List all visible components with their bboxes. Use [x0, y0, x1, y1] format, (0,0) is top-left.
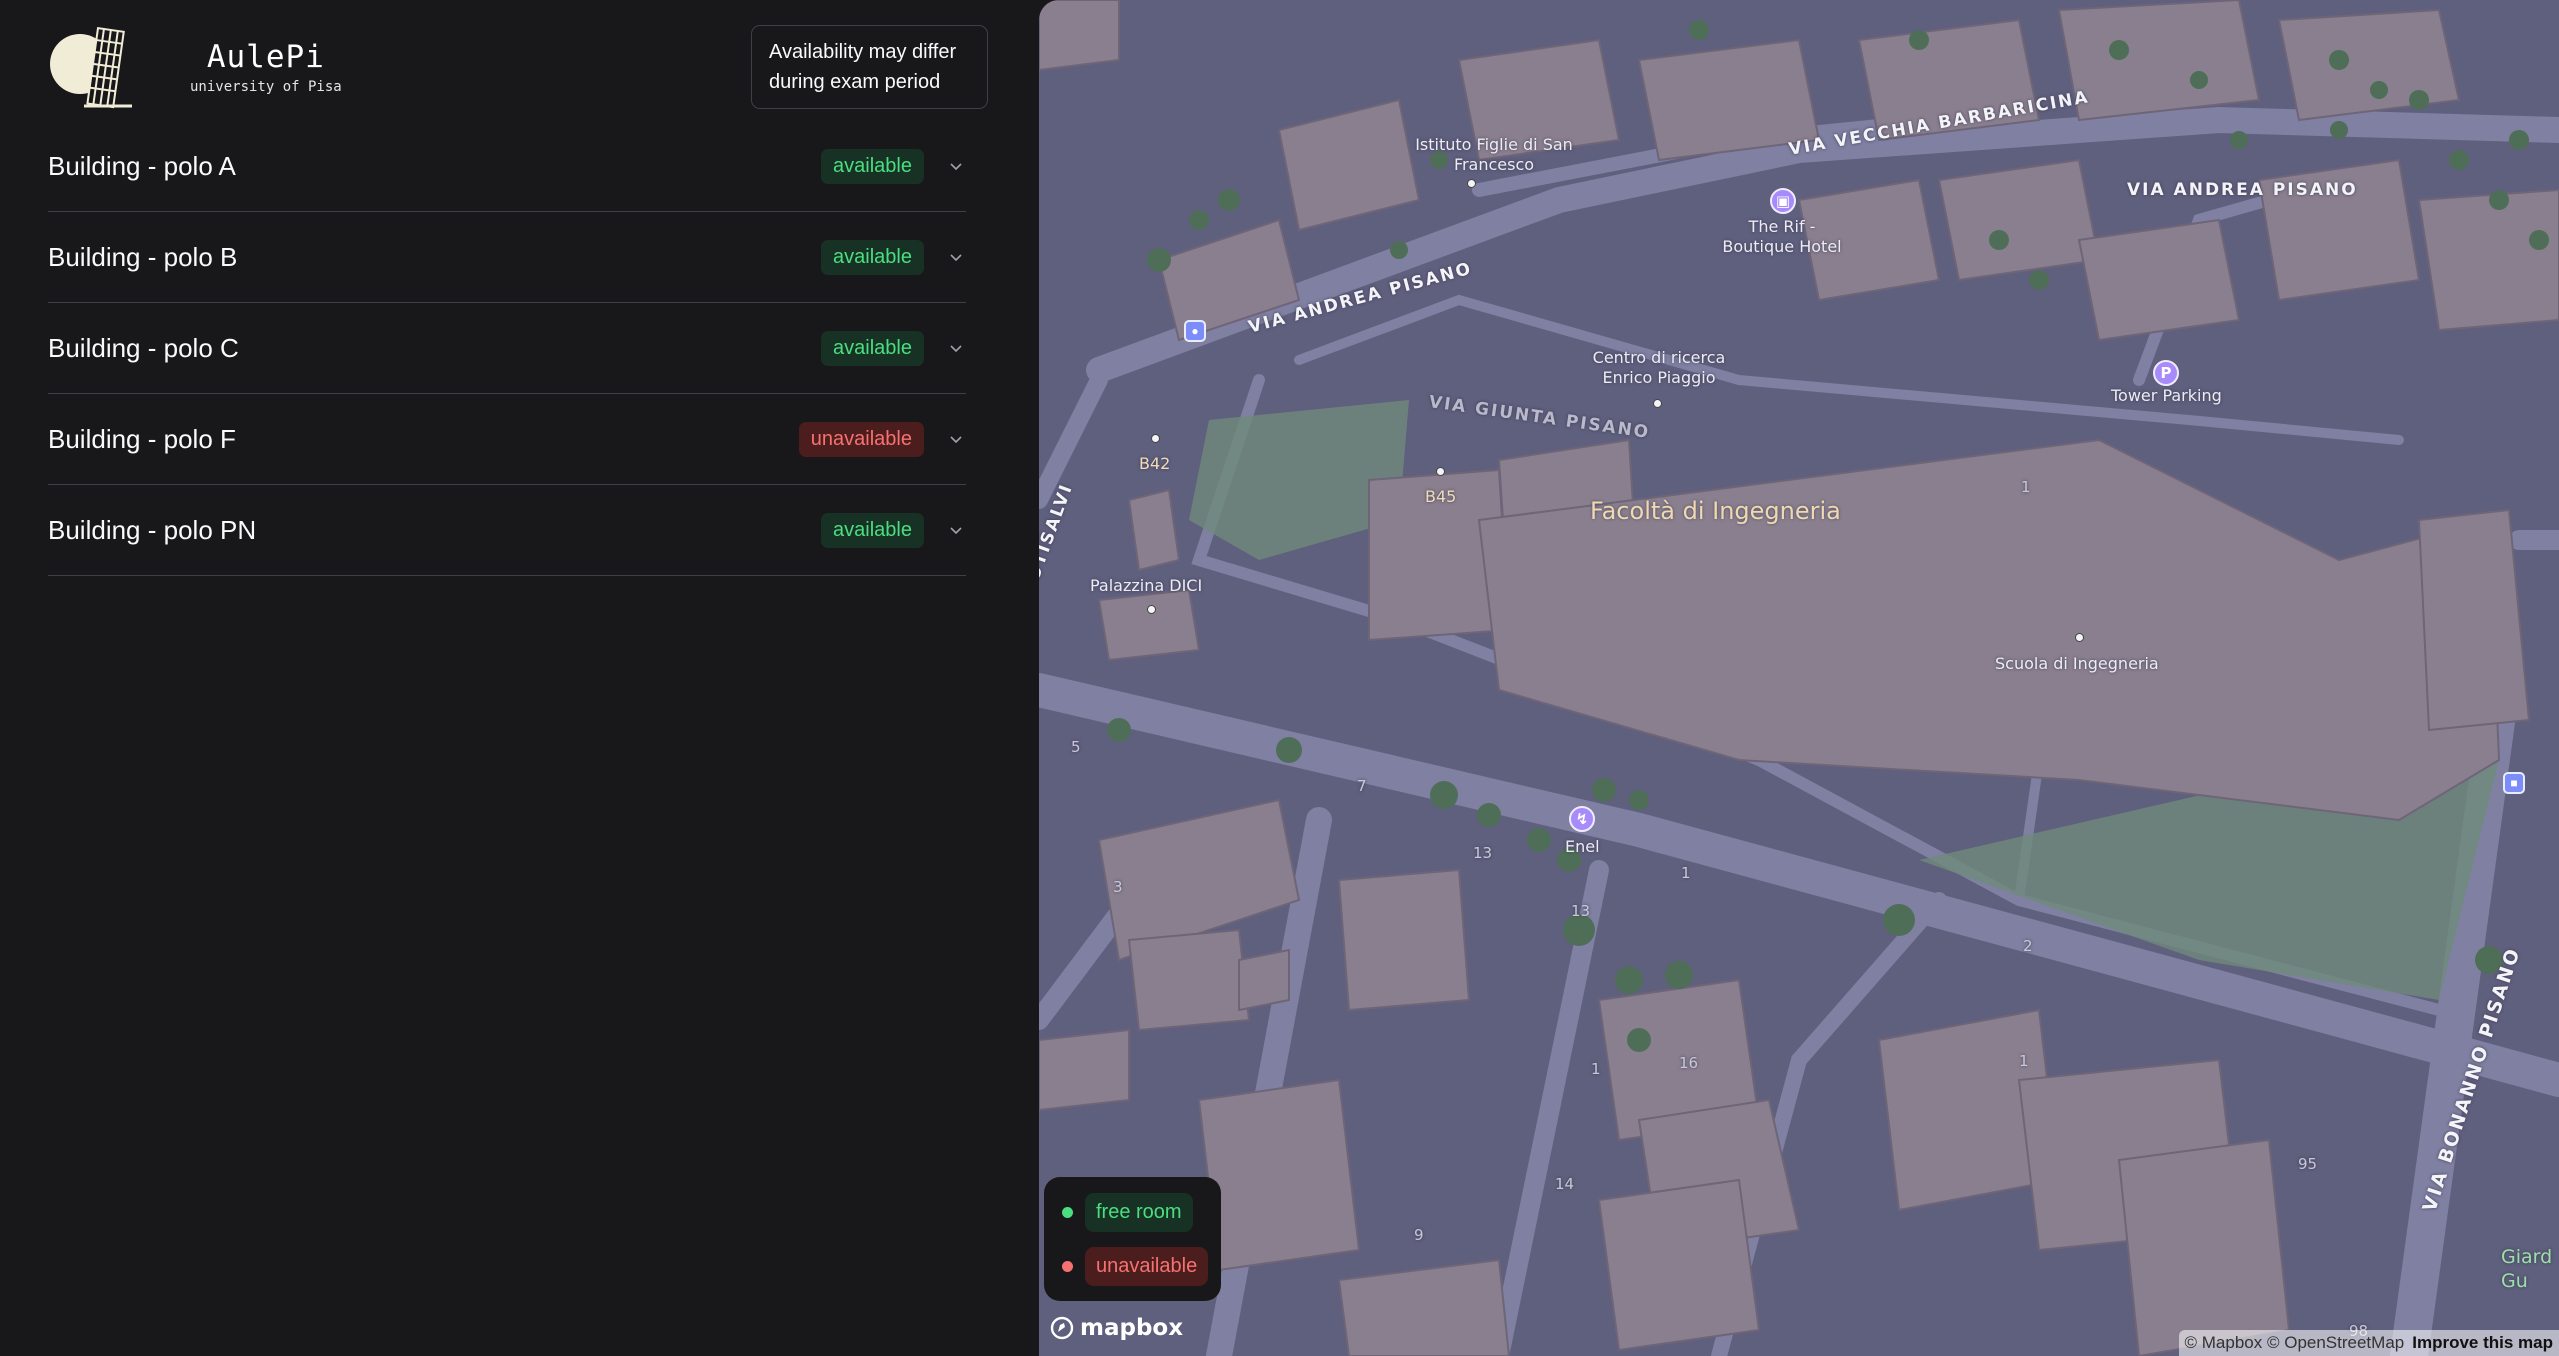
legend-label-free: free room [1085, 1192, 1193, 1232]
legend-dot-free [1062, 1206, 1073, 1218]
poi-tower-parking-label: Tower Parking [2111, 386, 2222, 405]
building-row-polo-a[interactable]: Building - polo A available [48, 121, 966, 212]
address-number: 1 [1591, 1060, 1601, 1078]
building-code-b45: B45 [1425, 487, 1457, 506]
building-name: Building - polo PN [48, 514, 257, 545]
building-code-b42: B42 [1139, 454, 1171, 473]
status-badge: unavailable [798, 421, 924, 457]
leaning-tower-icon [50, 27, 132, 109]
poi-giardino-label: Giard Gu [2501, 1246, 2553, 1292]
address-number: 1 [1681, 864, 1691, 882]
address-number: 13 [1571, 902, 1591, 920]
address-number: 1 [2021, 478, 2031, 496]
legend-label-unavailable: unavailable [1085, 1246, 1209, 1286]
address-number: 95 [2298, 1155, 2318, 1173]
street-via-andrea-pisano-right: VIA ANDREA PISANO [2127, 180, 2358, 200]
map-canvas[interactable]: VIA VECCHIA BARBARICINA VIA ANDREA PISAN… [1039, 0, 2559, 1356]
attribution-text[interactable]: © Mapbox © OpenStreetMap [2185, 1333, 2405, 1353]
address-number: 13 [1473, 844, 1493, 862]
bike-icon[interactable]: ● [1184, 320, 1206, 342]
poi-scuola-dot [2075, 633, 2084, 642]
sidebar: AulePi university of Pisa Availability m… [0, 0, 1039, 1356]
poi-scuola-label: Scuola di Ingegneria [1995, 654, 2159, 673]
poi-hotel-label: The Rif - Boutique Hotel [1722, 217, 1842, 256]
b45-dot [1436, 467, 1445, 476]
bus-stop-icon[interactable]: ■ [2503, 772, 2525, 794]
address-number: 16 [1679, 1054, 1699, 1072]
poi-palazzina-dot [1147, 605, 1156, 614]
address-number: 14 [1555, 1175, 1575, 1193]
parking-icon[interactable]: P [2153, 360, 2179, 386]
building-row-polo-c[interactable]: Building - polo C available [48, 303, 966, 394]
legend-item-unavailable: unavailable [1056, 1243, 1209, 1289]
status-badge: available [821, 148, 924, 184]
building-name: Building - polo F [48, 423, 236, 454]
exam-period-notice: Availability may differ during exam peri… [751, 25, 988, 109]
brand-text: AulePi university of Pisa [190, 39, 342, 95]
chevron-down-icon[interactable] [948, 249, 964, 265]
status-badge: available [821, 239, 924, 275]
mapbox-logo-text: mapbox [1080, 1315, 1184, 1341]
mapbox-logo[interactable]: mapbox [1050, 1315, 1183, 1341]
charging-station-icon[interactable]: ↯ [1569, 806, 1595, 832]
status-badge: available [821, 512, 924, 548]
building-name: Building - polo B [48, 241, 238, 272]
address-number: 7 [1357, 777, 1367, 795]
address-number: 1 [2019, 1052, 2029, 1070]
poi-istituto-label: Istituto Figlie di San Francesco [1415, 135, 1573, 174]
building-name: Building - polo C [48, 332, 239, 363]
app: AulePi university of Pisa Availability m… [0, 0, 2559, 1356]
app-subtitle: university of Pisa [190, 79, 342, 95]
address-number: 5 [1071, 738, 1081, 756]
map-geometry [1039, 0, 2559, 1356]
building-list: Building - polo A available Building - p… [48, 121, 966, 576]
address-number: 3 [1113, 878, 1123, 896]
poi-centro-dot [1653, 399, 1662, 408]
map-buildings [1039, 0, 2559, 1356]
legend-dot-unavailable [1062, 1260, 1073, 1272]
map-attribution: © Mapbox © OpenStreetMap Improve this ma… [2178, 1330, 2559, 1356]
chevron-down-icon[interactable] [948, 522, 964, 538]
mapbox-icon [1050, 1316, 1074, 1340]
building-row-polo-b[interactable]: Building - polo B available [48, 212, 966, 303]
chevron-down-icon[interactable] [948, 158, 964, 174]
building-row-polo-pn[interactable]: Building - polo PN available [48, 485, 966, 576]
brand: AulePi university of Pisa [48, 22, 342, 110]
poi-palazzina-label: Palazzina DICI [1090, 576, 1203, 595]
address-number: 9 [1414, 1226, 1424, 1244]
improve-map-link[interactable]: Improve this map [2412, 1333, 2553, 1353]
legend-item-free: free room [1056, 1189, 1209, 1235]
map-legend: free room unavailable [1044, 1177, 1221, 1301]
address-number: 2 [2023, 937, 2033, 955]
chevron-down-icon[interactable] [948, 340, 964, 356]
building-row-polo-f[interactable]: Building - polo F unavailable [48, 394, 966, 485]
building-name: Building - polo A [48, 150, 236, 181]
app-title: AulePi [206, 39, 325, 75]
faculty-label: Facoltà di Ingegneria [1590, 497, 1841, 525]
status-badge: available [821, 330, 924, 366]
hotel-icon[interactable]: ▣ [1770, 188, 1796, 214]
poi-istituto-dot [1467, 179, 1476, 188]
poi-enel-label: Enel [1565, 837, 1600, 856]
chevron-down-icon[interactable] [948, 431, 964, 447]
b42-dot [1151, 434, 1160, 443]
poi-centro-label: Centro di ricerca Enrico Piaggio [1592, 348, 1726, 387]
